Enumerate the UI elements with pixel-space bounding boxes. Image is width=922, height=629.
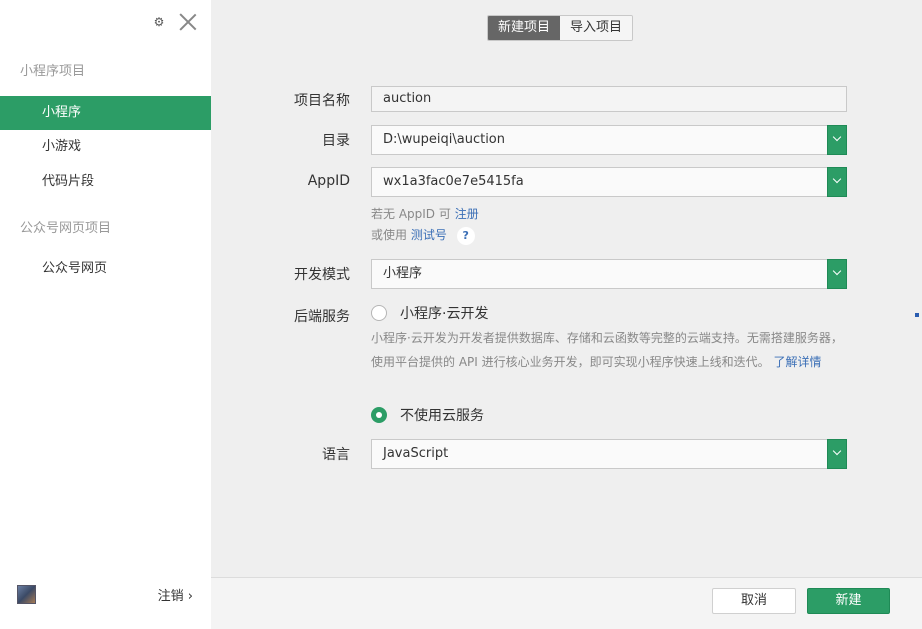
register-link[interactable]: 注册 <box>455 207 479 221</box>
no-cloud-radio[interactable] <box>371 407 387 423</box>
gear-icon[interactable]: ⚙ <box>152 15 166 29</box>
no-cloud-label: 不使用云服务 <box>400 408 484 424</box>
tab-import-project[interactable]: 导入项目 <box>560 16 633 40</box>
chevron-down-icon[interactable] <box>827 259 847 289</box>
chevron-down-icon[interactable] <box>827 167 847 197</box>
appid-input[interactable]: wx1a3fac0e7e5415fa <box>371 167 847 197</box>
close-icon[interactable] <box>178 12 198 32</box>
test-account-hint: 或使用 测试号 ? <box>371 226 475 245</box>
sidebar-item-code-snippet[interactable]: 代码片段 <box>0 165 211 199</box>
directory-select[interactable]: D:\wupeiqi\auction <box>371 125 847 155</box>
section-title-miniprogram: 小程序项目 <box>20 64 86 79</box>
learn-more-link[interactable]: 了解详情 <box>773 355 821 369</box>
project-tabs: 新建项目 导入项目 <box>487 15 634 41</box>
sidebar-item-miniprogram[interactable]: 小程序 <box>0 96 211 130</box>
dev-mode-label: 开发模式 <box>294 267 350 283</box>
window-controls: ⚙ <box>152 12 198 32</box>
appid-register-hint: 若无 AppID 可 注册 <box>371 205 479 222</box>
cloud-dev-description: 小程序·云开发为开发者提供数据库、存储和云函数等完整的云端支持。无需搭建服务器，… <box>371 326 851 374</box>
language-label: 语言 <box>322 447 350 463</box>
language-value: JavaScript <box>383 446 449 461</box>
sidebar: ⚙ 小程序项目 小程序 小游戏 代码片段 公众号网页项目 公众号网页 注销 › <box>0 0 211 629</box>
directory-value: D:\wupeiqi\auction <box>383 132 506 147</box>
project-name-input[interactable]: auction <box>371 86 847 112</box>
chevron-down-icon[interactable] <box>827 439 847 469</box>
dev-mode-value: 小程序 <box>383 266 423 281</box>
create-button[interactable]: 新建 <box>807 588 890 614</box>
avatar[interactable] <box>17 585 36 604</box>
project-name-label: 项目名称 <box>294 93 350 109</box>
directory-label: 目录 <box>322 133 350 149</box>
dev-mode-select[interactable]: 小程序 <box>371 259 847 289</box>
sidebar-item-official-web[interactable]: 公众号网页 <box>0 252 211 286</box>
chevron-down-icon[interactable] <box>827 125 847 155</box>
backend-label: 后端服务 <box>294 309 350 325</box>
test-hint-text: 或使用 <box>371 228 408 242</box>
help-icon[interactable]: ? <box>456 226 475 245</box>
language-select[interactable]: JavaScript <box>371 439 847 469</box>
main-panel: 新建项目 导入项目 项目名称 auction 目录 D:\wupeiqi\auc… <box>211 0 922 629</box>
cloud-dev-option[interactable]: 小程序·云开发 <box>371 303 488 323</box>
appid-label: AppID <box>307 173 350 189</box>
sidebar-footer: 注销 › <box>0 577 211 629</box>
sidebar-item-minigame[interactable]: 小游戏 <box>0 130 211 164</box>
tab-new-project[interactable]: 新建项目 <box>488 16 561 40</box>
logout-button[interactable]: 注销 › <box>158 585 193 604</box>
dialog-footer: 取消 新建 <box>211 578 922 629</box>
no-cloud-option[interactable]: 不使用云服务 <box>371 405 484 425</box>
appid-hint-text: 若无 AppID 可 <box>371 207 451 221</box>
cancel-button[interactable]: 取消 <box>712 588 796 614</box>
cloud-dev-radio[interactable] <box>371 305 387 321</box>
cloud-dev-label: 小程序·云开发 <box>400 306 489 322</box>
test-account-link[interactable]: 测试号 <box>411 228 447 242</box>
section-title-official-account: 公众号网页项目 <box>20 221 112 236</box>
appid-value: wx1a3fac0e7e5415fa <box>383 174 524 189</box>
resize-handle[interactable] <box>915 313 919 317</box>
